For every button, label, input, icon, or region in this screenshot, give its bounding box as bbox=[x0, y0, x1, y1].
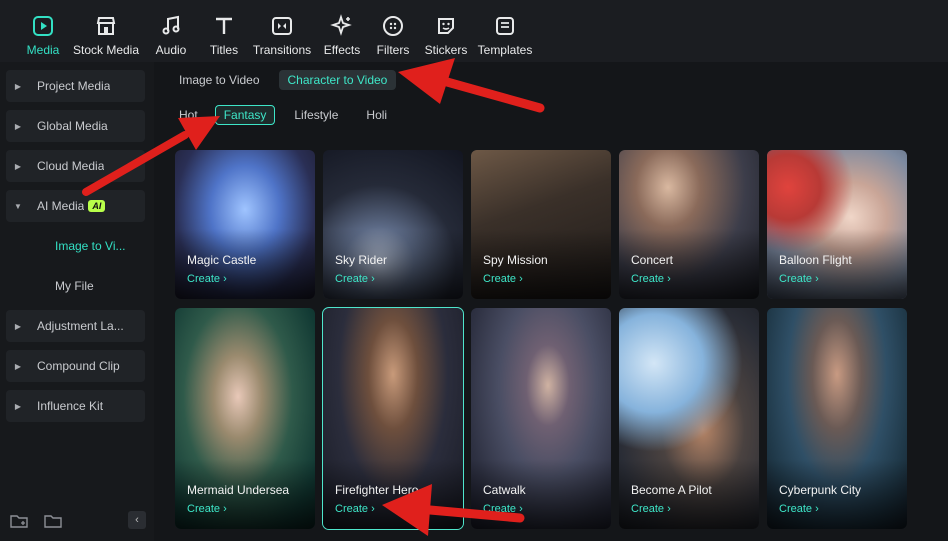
category-hot[interactable]: Hot bbox=[170, 105, 207, 125]
tool-label: Audio bbox=[155, 43, 187, 57]
folder-icon[interactable] bbox=[44, 513, 62, 529]
tool-titles[interactable]: Titles bbox=[208, 0, 240, 62]
template-icon bbox=[496, 17, 514, 35]
new-folder-icon[interactable] bbox=[10, 513, 28, 529]
sidebar-subitem-my-file[interactable]: My File bbox=[55, 279, 94, 293]
card-title: Concert bbox=[631, 253, 674, 267]
tool-label: Effects bbox=[323, 43, 361, 57]
stock-media-icon bbox=[96, 17, 116, 35]
template-card[interactable]: Concert Create › bbox=[619, 150, 759, 299]
card-title: Catwalk bbox=[483, 483, 526, 497]
mode-tabs: Image to Video Character to Video bbox=[170, 70, 397, 90]
template-card[interactable]: Catwalk Create › bbox=[471, 308, 611, 529]
sidebar-item-influence-kit[interactable]: ▶ Influence Kit bbox=[6, 390, 145, 422]
sidebar-item-project-media[interactable]: ▶ Project Media bbox=[6, 70, 145, 102]
caret-right-icon: ▶ bbox=[14, 361, 22, 371]
template-card[interactable]: Firefighter Hero Create › bbox=[322, 307, 464, 530]
sidebar-item-label: Compound Clip bbox=[37, 359, 120, 373]
caret-right-icon: ▶ bbox=[14, 81, 22, 91]
tool-transitions[interactable]: Transitions bbox=[253, 0, 311, 62]
create-link[interactable]: Create › bbox=[631, 503, 671, 515]
category-tabs: Hot Fantasy Lifestyle Holi bbox=[170, 105, 396, 125]
text-t-icon bbox=[216, 17, 232, 34]
tab-image-to-video[interactable]: Image to Video bbox=[170, 70, 269, 90]
tool-effects[interactable]: Effects bbox=[323, 0, 361, 62]
card-title: Magic Castle bbox=[187, 253, 257, 267]
tool-templates[interactable]: Templates bbox=[477, 0, 533, 62]
template-grid: Magic Castle Create › Sky Rider Create ›… bbox=[175, 150, 915, 541]
filter-icon bbox=[383, 16, 403, 36]
sidebar-item-global-media[interactable]: ▶ Global Media bbox=[6, 110, 145, 142]
create-link[interactable]: Create › bbox=[483, 273, 523, 285]
card-title: Spy Mission bbox=[483, 253, 548, 267]
sidebar-item-cloud-media[interactable]: ▶ Cloud Media bbox=[6, 150, 145, 182]
category-holi[interactable]: Holi bbox=[357, 105, 396, 125]
sidebar-item-adjustment-layer[interactable]: ▶ Adjustment La... bbox=[6, 310, 145, 342]
tab-character-to-video[interactable]: Character to Video bbox=[278, 70, 397, 90]
caret-right-icon: ▶ bbox=[14, 401, 22, 411]
card-title: Firefighter Hero bbox=[335, 483, 419, 497]
tool-label: Transitions bbox=[252, 43, 312, 57]
template-card[interactable]: Sky Rider Create › bbox=[323, 150, 463, 299]
sparkle-icon bbox=[330, 14, 352, 36]
tool-stickers[interactable]: Stickers bbox=[425, 0, 467, 62]
create-link[interactable]: Create › bbox=[779, 503, 819, 515]
caret-right-icon: ▶ bbox=[14, 161, 22, 171]
tool-stock-media[interactable]: Stock Media bbox=[73, 0, 139, 62]
caret-right-icon: ▶ bbox=[14, 321, 22, 331]
main-panel: Image to Video Character to Video Hot Fa… bbox=[160, 62, 948, 541]
ai-badge: AI bbox=[88, 200, 106, 212]
tool-audio[interactable]: Audio bbox=[153, 0, 189, 62]
tool-media[interactable]: Media bbox=[23, 0, 63, 62]
template-card[interactable]: Become A Pilot Create › bbox=[619, 308, 759, 529]
tool-label: Stock Media bbox=[72, 43, 140, 57]
chevron-left-icon: ‹ bbox=[135, 514, 139, 526]
card-title: Balloon Flight bbox=[779, 253, 852, 267]
tool-label: Templates bbox=[477, 43, 533, 57]
tool-label: Media bbox=[26, 43, 60, 57]
caret-down-icon: ▼ bbox=[14, 201, 22, 211]
card-title: Cyberpunk City bbox=[779, 483, 862, 497]
sidebar-item-label: Adjustment La... bbox=[37, 319, 124, 333]
create-link[interactable]: Create › bbox=[187, 503, 227, 515]
card-title: Mermaid Undersea bbox=[187, 483, 290, 497]
sidebar-item-label: Influence Kit bbox=[37, 399, 104, 413]
sidebar: ▶ Project Media ▶ Global Media ▶ Cloud M… bbox=[0, 62, 154, 541]
sidebar-item-label: Cloud Media bbox=[37, 159, 105, 173]
create-link[interactable]: Create › bbox=[631, 273, 671, 285]
sidebar-item-label: Global Media bbox=[37, 119, 108, 133]
sidebar-item-label: AI Media bbox=[37, 199, 85, 213]
sticker-icon bbox=[438, 18, 454, 34]
template-card[interactable]: Magic Castle Create › bbox=[175, 150, 315, 299]
category-fantasy[interactable]: Fantasy bbox=[214, 105, 276, 125]
create-link[interactable]: Create › bbox=[483, 503, 523, 515]
create-link[interactable]: Create › bbox=[779, 273, 819, 285]
top-toolbar: Media Stock Media Audio Titles Transitio… bbox=[0, 0, 948, 62]
template-card[interactable]: Mermaid Undersea Create › bbox=[175, 308, 315, 529]
tool-label: Filters bbox=[376, 43, 410, 57]
transitions-icon bbox=[272, 17, 292, 35]
tool-filters[interactable]: Filters bbox=[376, 0, 410, 62]
caret-right-icon: ▶ bbox=[14, 121, 22, 131]
sidebar-item-compound-clip[interactable]: ▶ Compound Clip bbox=[6, 350, 145, 382]
sidebar-footer bbox=[10, 513, 62, 529]
template-card[interactable]: Cyberpunk City Create › bbox=[767, 308, 907, 529]
media-icon bbox=[33, 16, 53, 36]
collapse-sidebar-button[interactable]: ‹ bbox=[128, 511, 146, 529]
tool-label: Titles bbox=[209, 43, 239, 57]
template-card[interactable]: Spy Mission Create › bbox=[471, 150, 611, 299]
sidebar-item-label: Project Media bbox=[37, 79, 111, 93]
tool-label: Stickers bbox=[424, 43, 468, 57]
create-link[interactable]: Create › bbox=[335, 273, 375, 285]
music-note-icon bbox=[162, 15, 180, 35]
template-card[interactable]: Balloon Flight Create › bbox=[767, 150, 907, 299]
create-link[interactable]: Create › bbox=[335, 503, 375, 515]
sidebar-subitem-image-to-video[interactable]: Image to Vi... bbox=[55, 239, 125, 253]
card-title: Become A Pilot bbox=[631, 483, 712, 497]
category-lifestyle[interactable]: Lifestyle bbox=[285, 105, 347, 125]
create-link[interactable]: Create › bbox=[187, 273, 227, 285]
sidebar-item-ai-media[interactable]: ▼ AI Media AI bbox=[6, 190, 145, 222]
card-title: Sky Rider bbox=[335, 253, 388, 267]
